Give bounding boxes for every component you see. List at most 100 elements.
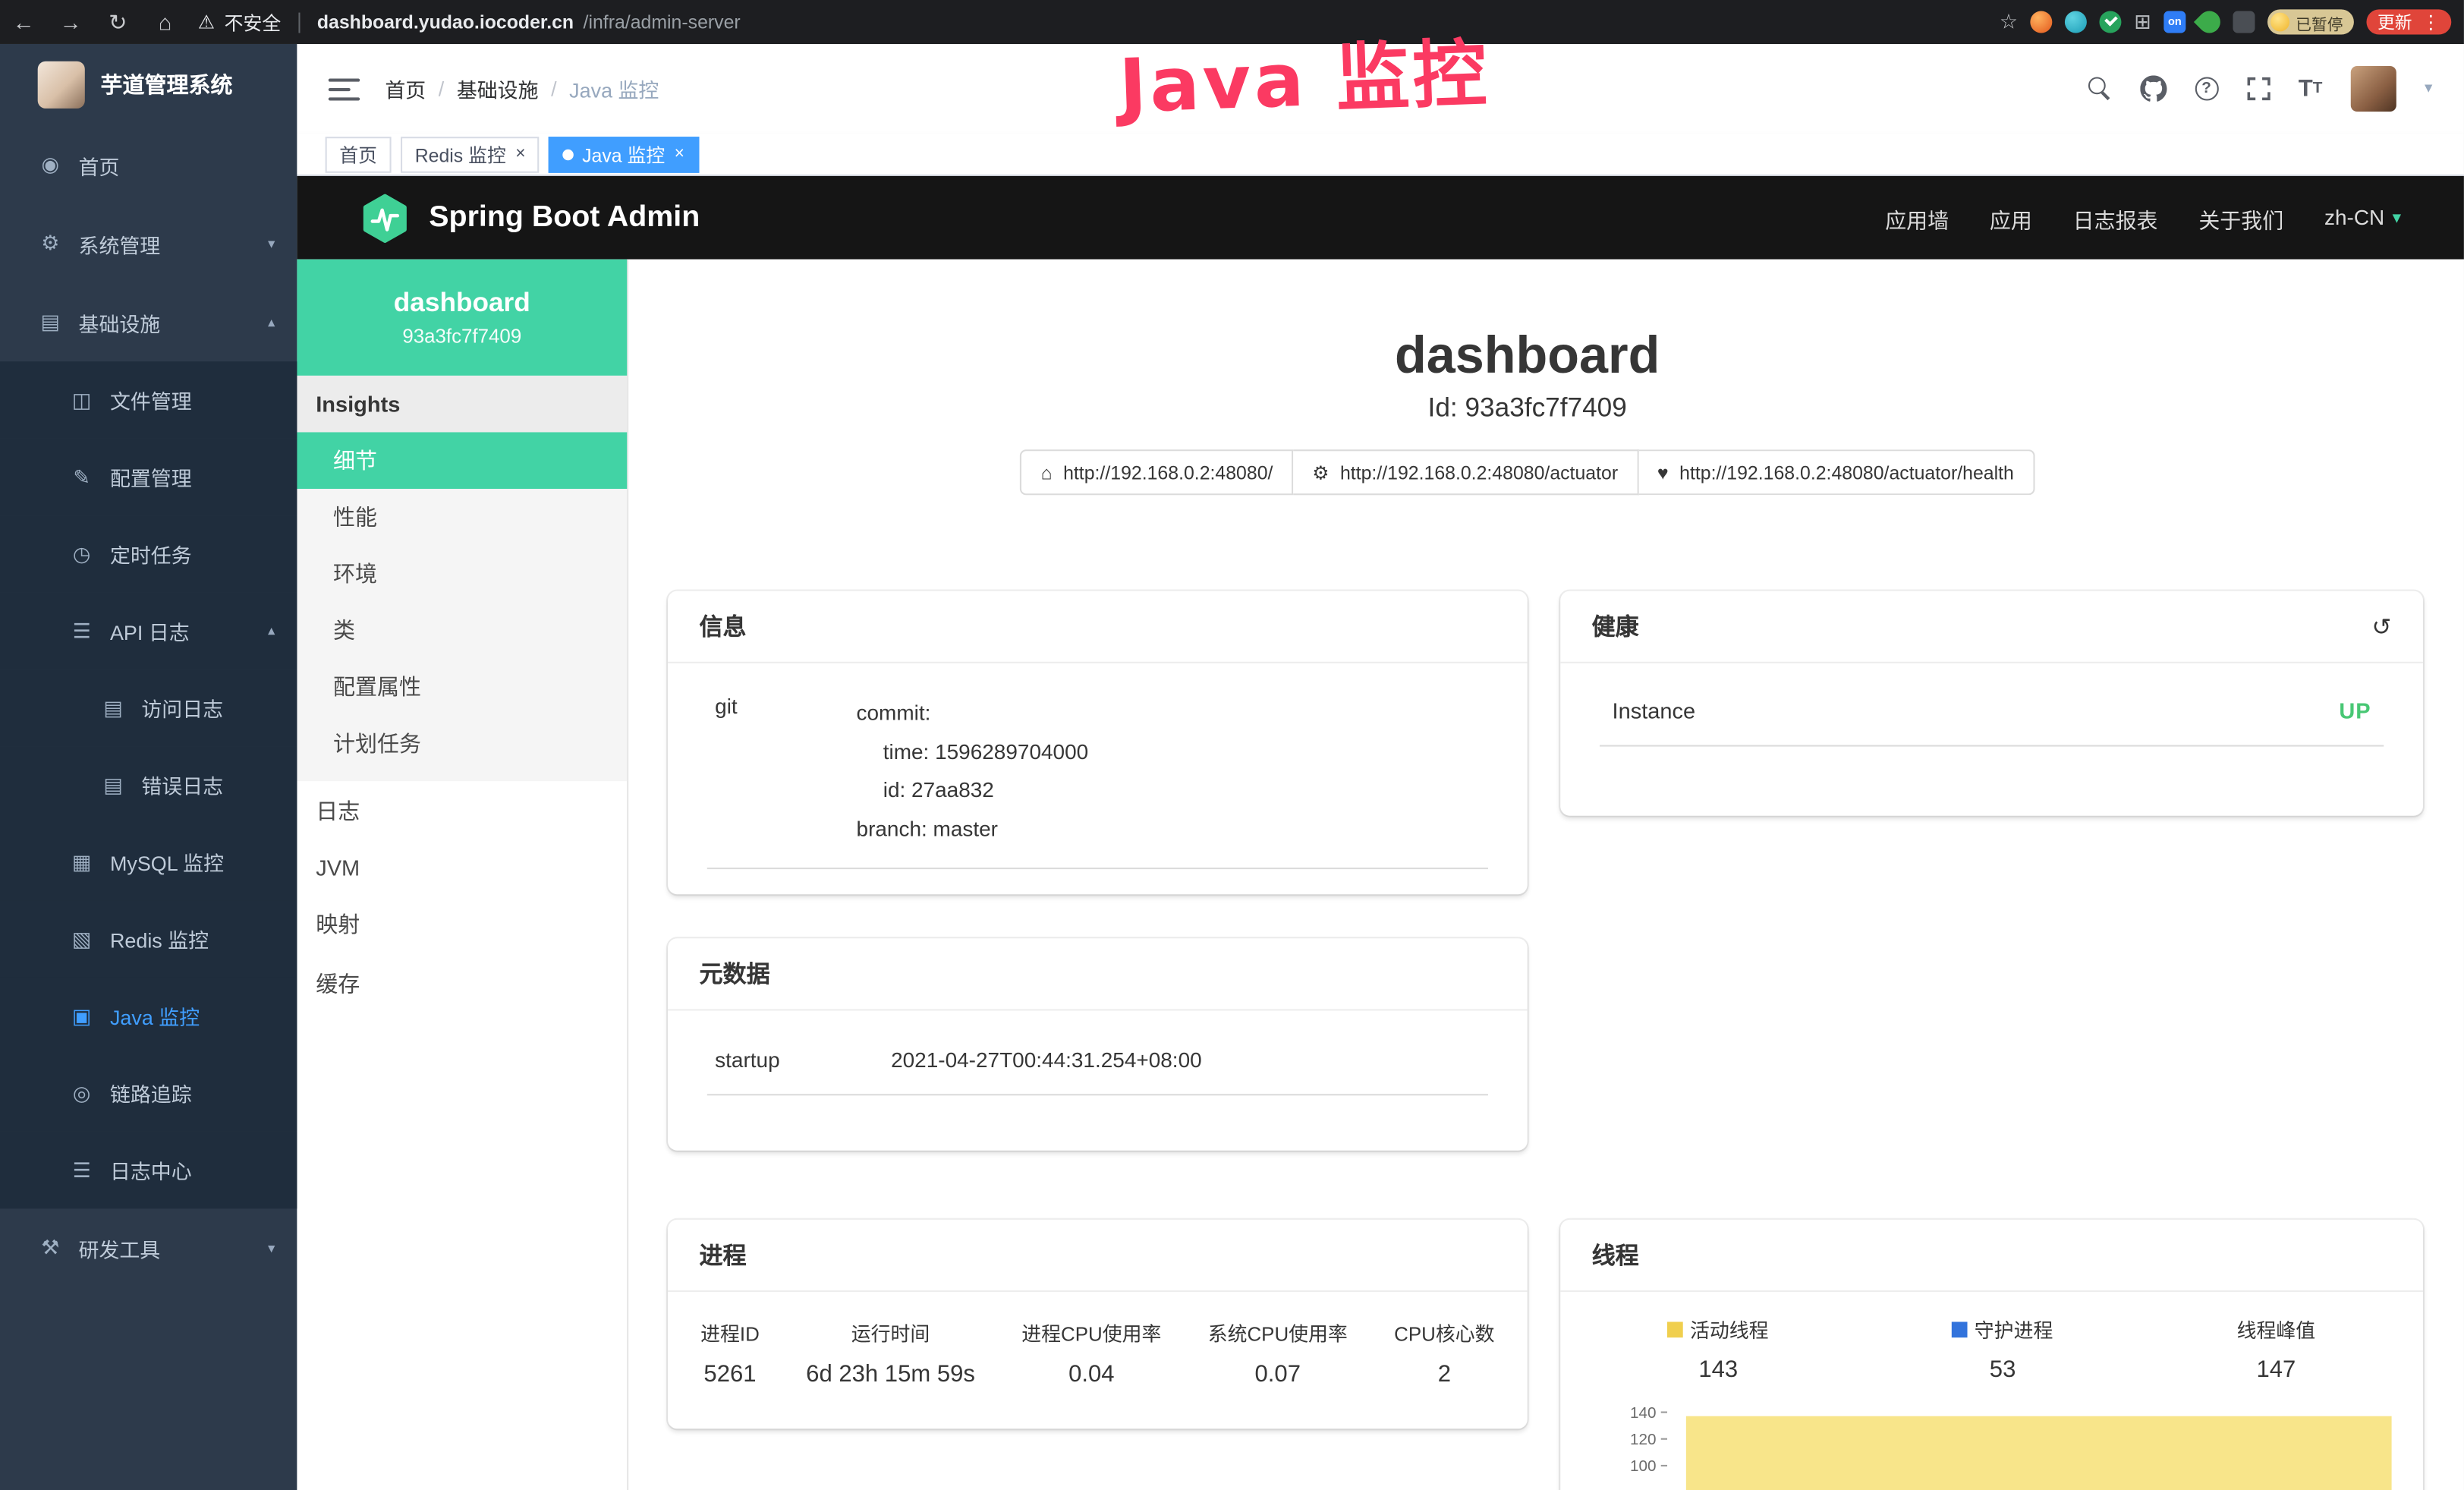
tab-redis-monitor[interactable]: Redis 监控 × xyxy=(401,136,540,172)
tab-home[interactable]: 首页 xyxy=(326,136,392,172)
browser-forward-icon[interactable]: → xyxy=(47,9,94,34)
instance-name: dashboard xyxy=(394,288,530,319)
close-icon[interactable]: × xyxy=(675,145,684,164)
history-icon[interactable]: ↺ xyxy=(2372,613,2392,641)
sba-brand[interactable]: Spring Boot Admin xyxy=(360,193,700,243)
security-label[interactable]: 不安全 xyxy=(225,8,282,35)
sidebar-item-scheduled-tasks[interactable]: ◷ 定时任务 xyxy=(0,515,297,592)
wrench-icon: ⚙ xyxy=(1312,461,1329,484)
hamburger-icon[interactable] xyxy=(329,77,360,99)
sba-nav-applications[interactable]: 应用 xyxy=(1990,202,2032,233)
sba-menu-details[interactable]: 细节 xyxy=(297,432,627,489)
extension-grid-icon[interactable]: ⊞ xyxy=(2134,9,2151,34)
status-badge: UP xyxy=(2339,698,2371,723)
sidebar-item-file-management[interactable]: ◫ 文件管理 xyxy=(0,361,297,438)
infrastructure-icon: ▤ xyxy=(38,310,63,335)
sba-menu-logs[interactable]: 日志 xyxy=(297,781,627,841)
sba-nav-journal[interactable]: 日志报表 xyxy=(2073,202,2158,233)
font-size-icon[interactable]: TT xyxy=(2299,75,2323,102)
sidebar-item-access-logs[interactable]: ▤ 访问日志 xyxy=(0,669,297,746)
y-axis-tick: 100 xyxy=(1576,1459,1667,1476)
sba-nav-wallboard[interactable]: 应用墙 xyxy=(1885,202,1949,233)
sidebar-item-config-management[interactable]: ✎ 配置管理 xyxy=(0,439,297,515)
browser-home-icon[interactable]: ⌂ xyxy=(141,9,188,34)
legend-daemon-threads: 守护进程 53 xyxy=(1953,1314,2053,1383)
sba-menu-classes[interactable]: 类 xyxy=(297,602,627,659)
breadcrumb-infrastructure[interactable]: 基础设施 xyxy=(457,74,539,103)
update-label: 更新 xyxy=(2377,9,2412,34)
user-caret-icon[interactable]: ▾ xyxy=(2425,80,2432,98)
extension-on-badge[interactable]: on xyxy=(2163,11,2186,33)
sidebar-item-log-center[interactable]: ☰ 日志中心 xyxy=(0,1132,297,1208)
breadcrumb: 首页 / 基础设施 / Java 监控 xyxy=(385,74,659,103)
sba-nav-language[interactable]: zh-CN ▾ xyxy=(2324,206,2401,229)
browser-reload-icon[interactable]: ↻ xyxy=(94,8,141,35)
extension-puzzle-icon[interactable] xyxy=(2233,11,2255,33)
fullscreen-icon[interactable] xyxy=(2246,77,2270,100)
sidebar-item-mysql-monitor[interactable]: ▦ MySQL 监控 xyxy=(0,824,297,900)
sba-menu-mappings[interactable]: 映射 xyxy=(297,894,627,954)
app-logo-avatar xyxy=(38,61,85,109)
info-card: 信息 git commit: time: 1596289704000 id: 2… xyxy=(668,591,1528,895)
sidebar-item-api-logs[interactable]: ☰ API 日志 ▴ xyxy=(0,593,297,669)
update-button[interactable]: 更新 ⋮ xyxy=(2366,9,2451,34)
sba-menu-caches[interactable]: 缓存 xyxy=(297,954,627,1014)
sba-nav-about[interactable]: 关于我们 xyxy=(2198,202,2283,233)
doc-icon: ▤ xyxy=(101,695,126,720)
address-bar[interactable]: ⚠ 不安全 dashboard.yudao.iocoder.cn /infra/… xyxy=(198,8,2000,35)
sidebar-item-system-management[interactable]: ⚙ 系统管理 ▾ xyxy=(0,204,297,283)
threads-legend: 活动线程 143 守护进程 53 xyxy=(1576,1314,2407,1383)
active-threads-area xyxy=(1686,1416,2392,1490)
help-icon[interactable]: ? xyxy=(2195,77,2218,100)
chevron-up-icon: ▴ xyxy=(268,313,275,331)
actuator-url-button[interactable]: ⚙ http://192.168.0.2:48080/actuator xyxy=(1293,449,1638,495)
tab-label: Java 监控 xyxy=(582,140,665,167)
sidebar-item-label: 错误日志 xyxy=(141,770,223,800)
sba-menu-jvm[interactable]: JVM xyxy=(297,841,627,894)
sba-menu-performance[interactable]: 性能 xyxy=(297,489,627,546)
health-card: 健康 ↺ Instance UP xyxy=(1560,591,2423,816)
sidebar-item-redis-monitor[interactable]: ▧ Redis 监控 xyxy=(0,901,297,978)
close-icon[interactable]: × xyxy=(515,145,525,164)
sidebar-item-error-logs[interactable]: ▤ 错误日志 xyxy=(0,747,297,824)
sidebar-item-label: Redis 监控 xyxy=(110,925,209,954)
paused-badge[interactable]: 已暂停 xyxy=(2267,9,2354,34)
sba-menu-environment[interactable]: 环境 xyxy=(297,546,627,603)
tools-icon: ⚒ xyxy=(38,1236,63,1261)
metric-process-cpu: 进程CPU使用率 0.04 xyxy=(1021,1317,1161,1388)
user-avatar[interactable] xyxy=(2351,66,2396,112)
extension-fox-icon[interactable] xyxy=(2031,11,2053,33)
health-url-button[interactable]: ♥ http://192.168.0.2:48080/actuator/heal… xyxy=(1638,449,2034,495)
sba-instance-header[interactable]: dashboard 93a3fc7f7409 xyxy=(297,260,627,376)
threads-chart: 140 120 100 xyxy=(1576,1402,2407,1490)
sidebar-item-label: API 日志 xyxy=(110,616,190,646)
service-url-button[interactable]: ⌂ http://192.168.0.2:48080/ xyxy=(1021,449,1294,495)
extension-leaf-icon[interactable] xyxy=(2194,6,2225,37)
browser-back-icon[interactable]: ← xyxy=(0,9,47,34)
bookmark-star-icon[interactable]: ☆ xyxy=(2000,9,2018,34)
sidebar-item-home[interactable]: ◉ 首页 xyxy=(0,126,297,205)
warning-icon: ⚠ xyxy=(198,11,215,33)
sidebar-item-dev-tools[interactable]: ⚒ 研发工具 ▾ xyxy=(0,1208,297,1287)
tab-java-monitor[interactable]: Java 监控 × xyxy=(549,136,699,172)
extension-drop-icon[interactable] xyxy=(2065,11,2087,33)
daemon-threads-swatch xyxy=(1953,1321,1968,1337)
clock-icon: ◷ xyxy=(69,541,94,566)
search-icon[interactable] xyxy=(2088,77,2111,100)
info-card-title: 信息 xyxy=(668,591,1528,663)
sba-menu-config-properties[interactable]: 配置属性 xyxy=(297,659,627,716)
sidebar-item-java-monitor[interactable]: ▣ Java 监控 xyxy=(0,978,297,1054)
actuator-url: http://192.168.0.2:48080/actuator xyxy=(1340,461,1618,484)
extension-check-icon[interactable] xyxy=(2100,11,2122,33)
health-row-instance: Instance UP xyxy=(1600,698,2384,746)
tabs-bar: 首页 Redis 监控 × Java 监控 × xyxy=(297,134,2463,176)
app-logo[interactable]: 芋道管理系统 xyxy=(0,44,297,126)
sidebar-item-label: 基础设施 xyxy=(79,307,161,337)
breadcrumb-home[interactable]: 首页 xyxy=(385,74,426,103)
sidebar-item-label: MySQL 监控 xyxy=(110,847,224,877)
sba-menu-scheduled-tasks[interactable]: 计划任务 xyxy=(297,715,627,772)
sidebar-item-link-tracing[interactable]: ◎ 链路追踪 xyxy=(0,1054,297,1131)
github-icon[interactable] xyxy=(2140,75,2167,102)
browser-menu-icon[interactable]: ⋮ xyxy=(2422,11,2440,33)
sidebar-item-infrastructure[interactable]: ▤ 基础设施 ▴ xyxy=(0,283,297,362)
